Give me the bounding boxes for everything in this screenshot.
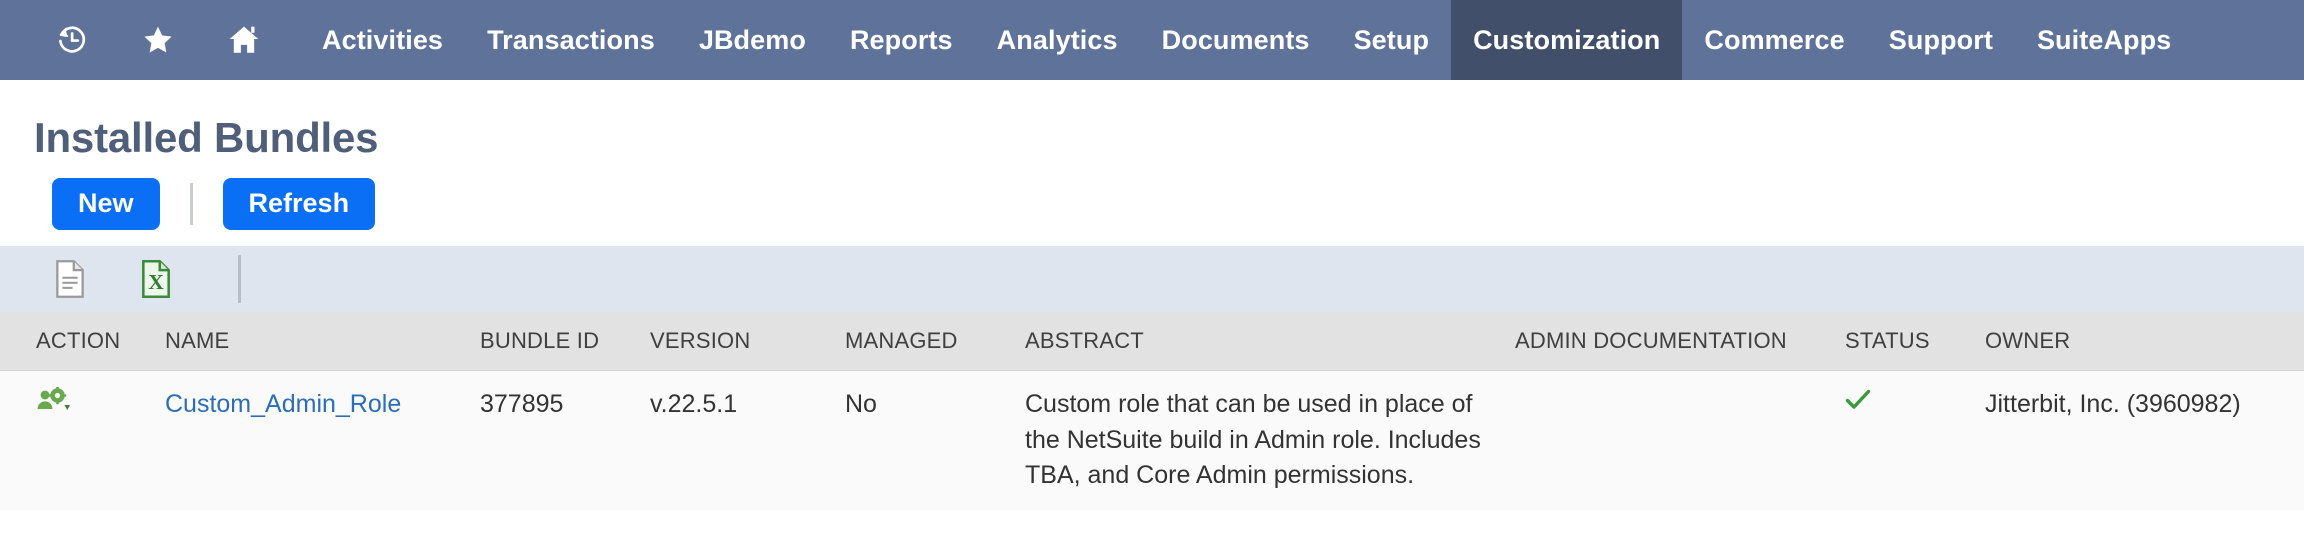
cell-bundle-id: 377895 — [480, 371, 650, 510]
nav-item-setup[interactable]: Setup — [1332, 0, 1452, 80]
nav-item-reports[interactable]: Reports — [828, 0, 975, 80]
cell-abstract: Custom role that can be used in place of… — [1025, 371, 1515, 510]
cell-admin-documentation — [1515, 371, 1845, 510]
print-document-icon[interactable] — [50, 256, 90, 302]
column-header-name[interactable]: NAME — [155, 312, 480, 371]
column-header-status[interactable]: STATUS — [1845, 312, 1985, 371]
bundle-action-gear-icon[interactable] — [36, 387, 141, 417]
bundle-name-link[interactable]: Custom_Admin_Role — [165, 390, 401, 418]
column-header-action[interactable]: ACTION — [0, 312, 155, 371]
top-navigation-bar: Activities Transactions JBdemo Reports A… — [0, 0, 2304, 80]
export-toolbar: X — [0, 246, 2304, 312]
home-icon[interactable] — [224, 20, 264, 60]
nav-item-transactions[interactable]: Transactions — [465, 0, 677, 80]
column-header-owner[interactable]: OWNER — [1985, 312, 2304, 371]
cell-action — [0, 371, 155, 510]
export-excel-icon[interactable]: X — [136, 256, 176, 302]
history-icon[interactable] — [52, 20, 92, 60]
column-header-managed[interactable]: MANAGED — [845, 312, 1025, 371]
nav-item-suiteapps[interactable]: SuiteApps — [2015, 0, 2193, 80]
cell-status — [1845, 371, 1985, 510]
checkmark-icon — [1845, 388, 1871, 417]
cell-name: Custom_Admin_Role — [155, 371, 480, 510]
installed-bundles-table: ACTION NAME BUNDLE ID VERSION MANAGED AB… — [0, 312, 2304, 510]
column-header-bundle-id[interactable]: BUNDLE ID — [480, 312, 650, 371]
nav-item-activities[interactable]: Activities — [300, 0, 465, 80]
new-button[interactable]: New — [52, 178, 160, 229]
nav-item-documents[interactable]: Documents — [1140, 0, 1332, 80]
nav-menu: Activities Transactions JBdemo Reports A… — [300, 0, 2193, 80]
star-icon[interactable] — [138, 20, 178, 60]
nav-item-commerce[interactable]: Commerce — [1682, 0, 1866, 80]
column-header-abstract[interactable]: ABSTRACT — [1025, 312, 1515, 371]
nav-item-customization[interactable]: Customization — [1451, 0, 1682, 80]
nav-item-support[interactable]: Support — [1867, 0, 2015, 80]
svg-text:X: X — [148, 270, 164, 294]
button-divider — [190, 183, 193, 225]
cell-version: v.22.5.1 — [650, 371, 845, 510]
cell-owner: Jitterbit, Inc. (3960982) — [1985, 371, 2304, 510]
page-title: Installed Bundles — [0, 80, 2304, 162]
nav-item-jbdemo[interactable]: JBdemo — [677, 0, 828, 80]
table-header-row: ACTION NAME BUNDLE ID VERSION MANAGED AB… — [0, 312, 2304, 371]
refresh-button[interactable]: Refresh — [223, 178, 376, 229]
table-header: ACTION NAME BUNDLE ID VERSION MANAGED AB… — [0, 312, 2304, 371]
nav-item-analytics[interactable]: Analytics — [975, 0, 1140, 80]
toolbar-divider — [238, 255, 241, 303]
table-body: Custom_Admin_Role 377895 v.22.5.1 No Cus… — [0, 371, 2304, 510]
table-row: Custom_Admin_Role 377895 v.22.5.1 No Cus… — [0, 371, 2304, 510]
cell-managed: No — [845, 371, 1025, 510]
action-button-bar: New Refresh — [0, 162, 2304, 224]
column-header-version[interactable]: VERSION — [650, 312, 845, 371]
nav-icon-group — [0, 0, 264, 80]
column-header-admin-documentation[interactable]: ADMIN DOCUMENTATION — [1515, 312, 1845, 371]
